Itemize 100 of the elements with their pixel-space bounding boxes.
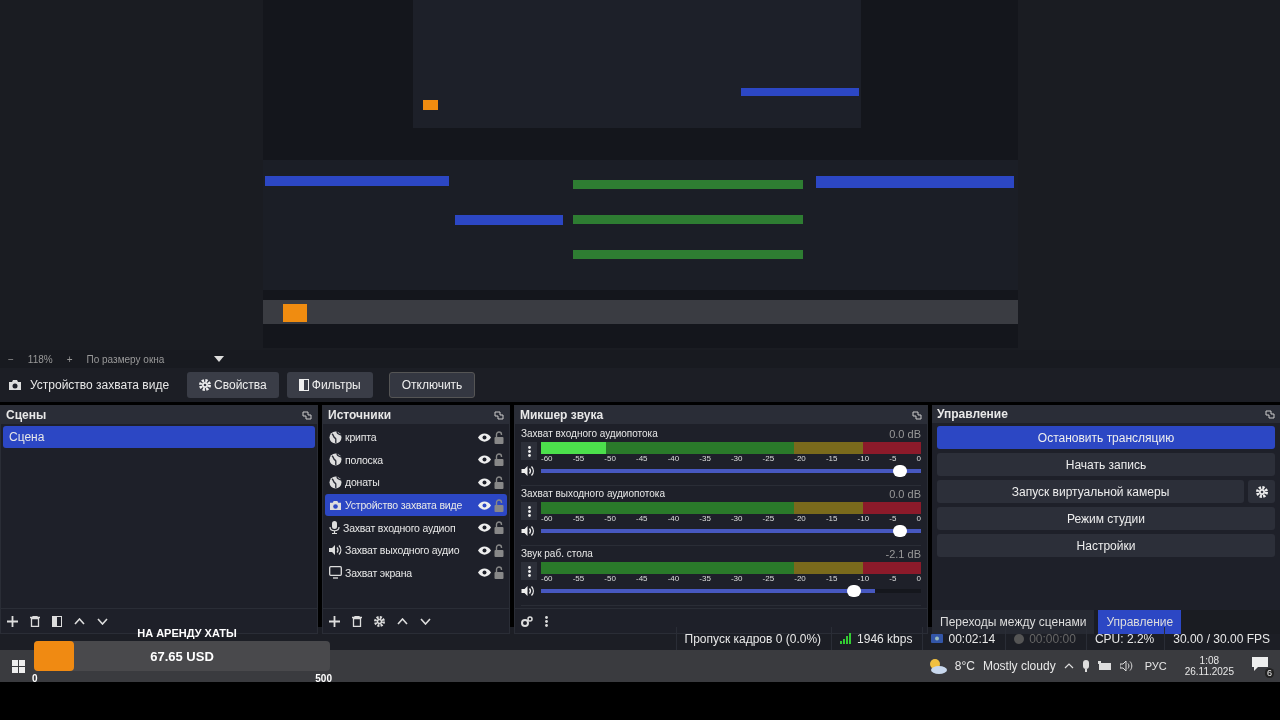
move-up-icon[interactable]: [397, 617, 408, 625]
zoom-out-button[interactable]: −: [8, 353, 14, 365]
lock-icon[interactable]: [494, 476, 504, 489]
source-item[interactable]: Захват выходного аудио: [325, 538, 507, 562]
camera-icon: [329, 499, 342, 511]
toolbar-button[interactable]: Фильтры: [286, 372, 373, 398]
source-name: крипта: [345, 431, 378, 444]
panel-title: Источники: [328, 408, 392, 422]
speaker-icon[interactable]: [521, 465, 535, 477]
move-down-icon[interactable]: [97, 617, 108, 625]
scale-label: -25: [762, 514, 775, 523]
language-indicator[interactable]: РУС: [1144, 660, 1167, 672]
gear-icon[interactable]: [374, 615, 385, 627]
channel-menu-button[interactable]: [521, 562, 537, 580]
eye-icon[interactable]: [478, 478, 491, 487]
trash-icon[interactable]: [30, 615, 40, 627]
lock-icon[interactable]: [494, 453, 504, 467]
channel-menu-button[interactable]: [521, 442, 537, 460]
more-icon: [527, 445, 531, 457]
source-name: Устройство захвата виде: [30, 378, 170, 392]
more-icon: [527, 505, 531, 517]
eye-icon[interactable]: [478, 455, 491, 465]
source-item[interactable]: Захват экрана: [325, 561, 507, 585]
move-down-icon[interactable]: [420, 617, 431, 625]
control-button[interactable]: Запуск виртуальной камеры: [937, 480, 1244, 503]
control-button[interactable]: Остановить трансляцию: [937, 426, 1275, 449]
eye-icon[interactable]: [478, 500, 491, 510]
move-up-icon[interactable]: [74, 617, 85, 625]
lock-icon[interactable]: [494, 521, 504, 535]
temperature[interactable]: 8°C: [954, 659, 975, 673]
slider-thumb[interactable]: [893, 525, 907, 537]
dock-tab[interactable]: Переходы между сценами: [932, 610, 1095, 634]
eye-icon[interactable]: [478, 568, 491, 578]
control-button[interactable]: Начать запись: [937, 453, 1275, 476]
scale-label: -25: [762, 574, 775, 583]
source-item[interactable]: Захват входного аудиоп: [325, 516, 507, 539]
zoom-mode-dropdown[interactable]: По размеру окна: [86, 353, 225, 365]
scale-label: -10: [857, 574, 870, 583]
eye-icon[interactable]: [478, 523, 491, 533]
volume-reading: 0.0 dB: [889, 428, 921, 440]
gears-icon[interactable]: [521, 615, 533, 627]
channel-name: Захват входного аудиопотока: [521, 428, 658, 440]
goal-min: 0: [32, 673, 38, 684]
source-item[interactable]: крипта: [325, 426, 507, 449]
slider-thumb[interactable]: [893, 465, 907, 477]
weather-text[interactable]: Mostly cloudy: [982, 659, 1056, 673]
windows-icon[interactable]: [12, 659, 25, 673]
record-time: 00:00:00: [1029, 631, 1076, 646]
more-icon[interactable]: [545, 615, 548, 627]
scale-label: -50: [604, 574, 616, 583]
speaker-icon[interactable]: [521, 525, 535, 537]
signal-icon: [840, 633, 853, 644]
dock-tab[interactable]: Управление: [1098, 610, 1182, 634]
monitor-icon: [329, 566, 342, 580]
trash-icon[interactable]: [352, 615, 362, 627]
source-name: полоска: [345, 453, 384, 466]
settings-button[interactable]: [1248, 480, 1275, 503]
control-button[interactable]: Настройки: [937, 534, 1275, 557]
source-item[interactable]: донаты: [325, 471, 507, 494]
speaker-icon[interactable]: [1119, 660, 1133, 672]
gear-icon: [199, 379, 212, 391]
lock-icon[interactable]: [494, 543, 504, 557]
scale-label: -20: [794, 514, 806, 523]
scene-item[interactable]: Сцена: [3, 426, 315, 448]
chevron-up-icon[interactable]: [1063, 663, 1074, 669]
scale-label: -15: [825, 514, 838, 523]
meter-segment: [862, 562, 921, 574]
panel-title: Сцены: [6, 408, 47, 422]
microphone-icon: [329, 521, 340, 535]
gear-icon: [1255, 485, 1268, 498]
eye-icon[interactable]: [478, 432, 491, 442]
lock-icon[interactable]: [494, 566, 504, 580]
scale-label: -45: [635, 514, 648, 523]
slider-thumb[interactable]: [847, 585, 862, 597]
add-icon[interactable]: [329, 615, 340, 627]
clock[interactable]: 1:08 26.11.2025: [1184, 655, 1234, 677]
scale-label: -55: [572, 574, 585, 583]
speaker-icon[interactable]: [521, 585, 535, 597]
scale-label: -15: [825, 454, 838, 463]
channel-menu-button[interactable]: [521, 502, 537, 520]
control-button[interactable]: Режим студии: [937, 507, 1275, 530]
scale-label: -40: [667, 454, 680, 463]
microphone-icon[interactable]: [1081, 660, 1090, 672]
source-item[interactable]: полоска: [325, 448, 507, 472]
lock-icon[interactable]: [494, 430, 504, 444]
scale-label: -55: [572, 454, 585, 463]
scale-label: -10: [857, 454, 870, 463]
eye-icon[interactable]: [478, 545, 491, 555]
battery-icon[interactable]: [1097, 661, 1112, 671]
volume-reading: -2.1 dB: [885, 548, 921, 560]
filter-icon[interactable]: [52, 615, 62, 627]
source-item[interactable]: Устройство захвата виде: [325, 493, 507, 517]
notification-icon[interactable]: [1252, 657, 1268, 671]
scale-label: -15: [825, 574, 838, 583]
toolbar-button[interactable]: Свойства: [187, 372, 279, 398]
add-icon[interactable]: [7, 615, 18, 627]
toolbar-button[interactable]: Отключить: [388, 372, 476, 398]
record-icon: [1014, 633, 1025, 644]
zoom-in-button[interactable]: +: [66, 353, 73, 365]
source-name: Устройство захвата виде: [345, 499, 464, 512]
